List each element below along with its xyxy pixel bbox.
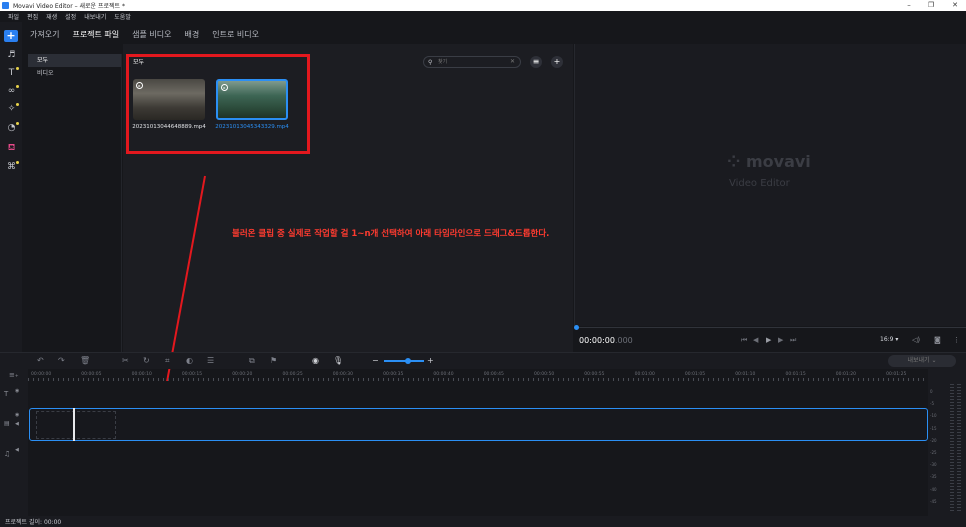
cut-icon[interactable]: ✂ (122, 356, 129, 365)
ruler-label: 00:00:20 (232, 372, 253, 377)
movavi-mark-icon: ⁘ (727, 152, 746, 171)
marker-icon[interactable]: ⚑ (270, 356, 277, 365)
vu-bar-left (950, 384, 954, 512)
ruler-label: 00:00:25 (282, 372, 303, 377)
snapshot-icon[interactable]: ◙ (934, 336, 941, 344)
vu-label: -5 (930, 401, 934, 407)
annotation-text: 불러온 클립 중 실제로 작업할 걸 1~n개 선택하여 아래 타임라인으로 드… (232, 229, 550, 239)
play-button[interactable]: ▶ (766, 336, 771, 344)
text-track-icon: T (4, 390, 9, 398)
visibility-icon[interactable]: ◉ (15, 388, 19, 394)
zoom-out-icon[interactable]: − (372, 356, 379, 365)
visibility-icon[interactable]: ◉ (15, 412, 19, 418)
record-icon[interactable]: ◉ (312, 356, 319, 365)
vu-label: -20 (930, 437, 937, 443)
color-icon[interactable]: ◐ (186, 356, 193, 365)
clip-properties-icon[interactable]: ☰ (207, 356, 214, 365)
overlay-icon[interactable]: ⧉ (249, 356, 255, 366)
vu-label: -35 (930, 474, 937, 480)
ruler-label: 00:00:00 (31, 372, 52, 377)
timeline-area[interactable] (28, 381, 928, 516)
playhead[interactable] (73, 408, 75, 441)
mute-icon[interactable]: ◀ (15, 421, 19, 427)
vu-label: -15 (930, 425, 937, 431)
redo-icon[interactable]: ↷ (58, 356, 65, 365)
vu-label: -45 (930, 498, 937, 504)
ruler-label: 00:00:55 (584, 372, 605, 377)
audio-track-icon: ♫ (4, 450, 11, 458)
mute-icon[interactable]: ◀ (15, 447, 19, 453)
ruler-label: 00:00:10 (131, 372, 152, 377)
ruler-label: 00:00:35 (383, 372, 404, 377)
vu-label: -40 (930, 486, 937, 492)
brand-logo: ⁘ movavi (727, 152, 811, 171)
vu-label: -30 (930, 462, 937, 468)
ruler-label: 00:00:45 (483, 372, 504, 377)
ruler-label: 00:00:30 (332, 372, 354, 377)
project-length: 프로젝트 길이: 00:00 (5, 519, 62, 526)
crop-icon[interactable]: ⌗ (165, 356, 170, 366)
delete-icon[interactable]: 🗑 (80, 356, 90, 365)
ruler-label: 00:00:40 (433, 372, 454, 377)
video-track-lane[interactable] (29, 408, 928, 441)
more-icon[interactable]: ⋮ (953, 336, 960, 344)
vu-label: -10 (930, 413, 937, 419)
export-button[interactable]: 내보내기 ⌄ (888, 355, 956, 367)
ruler-label: 00:00:05 (81, 372, 102, 377)
zoom-handle[interactable] (405, 358, 411, 364)
video-track-icon: ▤ (4, 420, 10, 427)
vu-label: 0 (930, 389, 933, 394)
zoom-slider[interactable] (384, 360, 424, 362)
next-frame-icon[interactable]: ▶︎ (778, 336, 783, 344)
ruler-label: 00:01:15 (785, 372, 806, 377)
microphone-icon[interactable]: 🎙 (333, 356, 343, 365)
ruler-label: 00:00:15 (181, 372, 203, 377)
vu-bar-right (957, 384, 961, 512)
scrubber-handle[interactable] (574, 325, 579, 330)
zoom-in-icon[interactable]: + (427, 356, 434, 365)
skip-start-icon[interactable]: ⏮ (741, 336, 747, 345)
undo-icon[interactable]: ↶ (37, 356, 44, 365)
vu-label: -25 (930, 450, 937, 455)
aspect-ratio-select[interactable]: 16:9 ▾ (880, 336, 898, 343)
status-bar (0, 516, 966, 527)
drop-placeholder (36, 411, 116, 439)
rotate-icon[interactable]: ↻ (143, 356, 150, 365)
ruler-ticks (28, 378, 928, 381)
ruler-label: 00:01:10 (735, 372, 756, 377)
volume-icon[interactable]: ◁) (912, 336, 920, 344)
preview-scrubber[interactable] (576, 327, 966, 328)
add-track-icon[interactable]: ≡₊ (9, 371, 19, 379)
ruler-label: 00:01:05 (684, 372, 706, 377)
prev-frame-icon[interactable]: ◀︎ (753, 336, 758, 344)
ruler-label: 00:01:20 (835, 372, 857, 377)
ruler-label: 00:01:25 (886, 372, 907, 377)
skip-end-icon[interactable]: ⏭ (790, 336, 796, 345)
timecode: 00:00:00.000 (579, 336, 633, 345)
ruler-label: 00:01:00 (634, 372, 655, 377)
brand-subtitle: Video Editor (729, 178, 790, 189)
ruler-label: 00:00:50 (534, 372, 555, 377)
